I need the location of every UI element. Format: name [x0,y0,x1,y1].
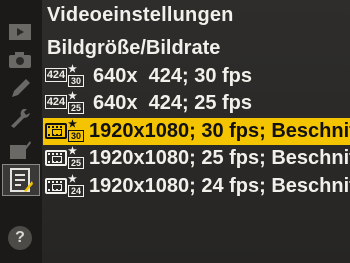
camera-icon [9,52,31,68]
tab-my-menu[interactable] [2,164,40,196]
film-icon [45,149,67,166]
pencil-icon [12,79,30,97]
frame-size-rate-icon: ★ 25 [45,146,89,171]
camera-menu-screen: ? Videoeinstellungen Bildgröße/Bildrate … [0,0,350,263]
option-label: 640x 424; 30 fps [93,65,252,87]
retouch-icon [10,141,31,159]
tab-shooting[interactable] [3,46,37,74]
option-label: 1920x1080; 25 fps; Beschnitt [89,147,350,169]
film-icon [45,177,67,194]
playback-icon [9,24,31,40]
option-row-640-25[interactable]: 424 ★ 25 640x 424; 25 fps [43,90,350,117]
tab-retouch[interactable] [3,136,37,164]
wrench-icon [11,109,30,128]
option-row-1080-30-selected[interactable]: ★ 30 1920x1080; 30 fps; Beschnitt OK [43,118,350,145]
frame-size-rate-icon: 424 ★ 30 [45,64,89,89]
help-icon[interactable]: ? [8,226,32,250]
page-title: Videoeinstellungen [47,4,234,26]
frame-size-rate-icon: 424 ★ 25 [45,91,89,116]
option-label: 1920x1080; 30 fps; Beschnitt [89,120,350,142]
frame-size-rate-icon: ★ 24 [45,174,89,199]
film-icon [45,122,67,139]
option-label: 640x 424; 25 fps [93,92,252,114]
option-row-1080-25[interactable]: ★ 25 1920x1080; 25 fps; Beschnitt [43,145,350,172]
option-row-1080-24[interactable]: ★ 24 1920x1080; 24 fps; Beschnitt [43,173,350,200]
tab-setup[interactable] [3,104,37,132]
menu-tab-strip: ? [0,0,42,263]
frame-size-rate-icon: ★ 30 [45,119,89,144]
option-row-640-30[interactable]: 424 ★ 30 640x 424; 30 fps [43,63,350,90]
tab-playback[interactable] [3,18,37,46]
my-menu-icon [10,168,33,192]
tab-custom-settings[interactable] [3,74,37,102]
option-label: 1920x1080; 24 fps; Beschnitt [89,175,350,197]
menu-subtitle: Bildgröße/Bildrate [47,37,221,59]
